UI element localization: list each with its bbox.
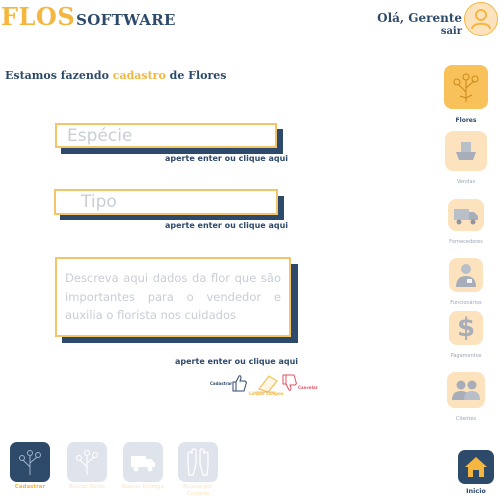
sidebar-label-clientes: Clientes [455, 416, 477, 422]
bottom-label-buscar-flores: Buscar flores [69, 484, 105, 490]
bottom-label-buscar-entrega: Buscar Entrega [121, 484, 165, 490]
sidebar-label-fornecedores: Fornecedores [449, 239, 483, 245]
sidebar-tile-flores [444, 65, 488, 109]
sidebar-item-flores[interactable]: Flores [444, 65, 488, 124]
bottom-label-buscar-cuidado: Buscar por Cuidado [183, 484, 213, 497]
species-field: Espécie [55, 123, 285, 155]
bottom-tile-cadastrar [10, 442, 50, 482]
description-placeholder: Descreva aqui dados da flor que são impo… [65, 271, 281, 322]
sidebar-item-vendas[interactable]: Vendas [444, 131, 488, 185]
page-title-start: Estamos fazendo [5, 69, 113, 82]
bottom-label-cadastrar: Cadastrar [14, 484, 46, 490]
sidebar-tile-funcionarios [449, 258, 483, 292]
bottom-tile-buscar-cuidado [178, 442, 218, 482]
logo-secondary: SOFTWARE [76, 11, 176, 29]
species-placeholder: Espécie [67, 125, 133, 146]
sidebar-item-pagamentos[interactable]: $ Pagamentos [444, 311, 488, 359]
cancel-action-label: Cancelar [298, 385, 318, 390]
sidebar-item-fornecedores[interactable]: Fornecedores [444, 199, 488, 245]
home-label: Inicio [466, 487, 486, 495]
sidebar-label-funcionarios: Funcionários [450, 300, 482, 306]
clear-fields-action[interactable]: Limpar campos [249, 373, 283, 396]
bottom-item-buscar-entrega[interactable]: Buscar Entrega [121, 442, 165, 491]
home-tile [458, 450, 494, 484]
clients-icon [452, 380, 480, 400]
description-field: Descreva aqui dados da flor que são impo… [55, 257, 299, 343]
type-submit-hint[interactable]: aperte enter ou clique aqui [165, 221, 288, 230]
register-action-label: Cadastrar [210, 380, 233, 386]
page-title: Estamos fazendo cadastro de Flores [5, 69, 226, 82]
register-action[interactable]: Cadastrar [210, 373, 248, 393]
dollar-icon: $ [456, 313, 476, 343]
bottom-item-buscar-cuidado[interactable]: Buscar por Cuidado [178, 442, 218, 498]
sidebar-label-flores: Flores [455, 117, 477, 124]
type-placeholder: Tipo [81, 192, 117, 212]
home-button[interactable]: Inicio [458, 450, 494, 495]
bottom-tile-buscar-entrega [123, 442, 163, 482]
user-greeting: Olá, Gerente sair [377, 11, 462, 37]
thumbs-up-icon [232, 375, 247, 392]
cancel-action[interactable]: Cancelar [282, 373, 318, 393]
logout-link[interactable]: sair [377, 26, 462, 37]
flower-icon [19, 450, 41, 475]
employee-icon [456, 264, 476, 287]
page-title-highlight: cadastro [112, 69, 166, 82]
page-title-end: de Flores [165, 69, 227, 82]
sidebar-tile-clientes [447, 372, 485, 408]
user-icon [471, 9, 491, 30]
bottom-item-buscar-flores[interactable]: Buscar flores [67, 442, 107, 491]
truck-icon [131, 456, 155, 472]
thumbs-down-icon [282, 374, 297, 391]
cart-icon [456, 142, 476, 160]
user-avatar[interactable] [464, 2, 498, 36]
bottom-tile-buscar-flores [67, 442, 107, 482]
gloves-icon [187, 448, 209, 476]
species-submit-hint[interactable]: aperte enter ou clique aqui [165, 154, 288, 163]
sidebar-label-pagamentos: Pagamentos [450, 353, 482, 359]
truck-icon [454, 209, 478, 225]
flower-icon [453, 73, 479, 102]
bottom-item-cadastrar[interactable]: Cadastrar [10, 442, 50, 491]
sidebar-tile-pagamentos: $ [449, 311, 483, 345]
sidebar-label-vendas: Vendas [456, 179, 476, 185]
sidebar-tile-vendas [445, 131, 487, 171]
sidebar-tile-fornecedores [448, 199, 484, 231]
eraser-icon [255, 375, 278, 393]
clear-fields-label: Limpar campos [249, 391, 284, 396]
greeting-text: Olá, Gerente [377, 11, 462, 25]
home-icon [465, 457, 487, 477]
sidebar-item-clientes[interactable]: Clientes [444, 372, 488, 422]
description-textarea[interactable]: Descreva aqui dados da flor que são impo… [55, 257, 291, 337]
app-logo: FLOS SOFTWARE [1, 2, 176, 32]
description-submit-hint[interactable]: aperte enter ou clique aqui [175, 357, 298, 366]
type-input[interactable]: Tipo [54, 189, 278, 215]
species-input[interactable]: Espécie [55, 123, 277, 148]
type-field: Tipo [54, 189, 286, 221]
flower-icon [76, 450, 98, 475]
sidebar-item-funcionarios[interactable]: Funcionários [444, 258, 488, 306]
logo-primary: FLOS [1, 2, 76, 31]
